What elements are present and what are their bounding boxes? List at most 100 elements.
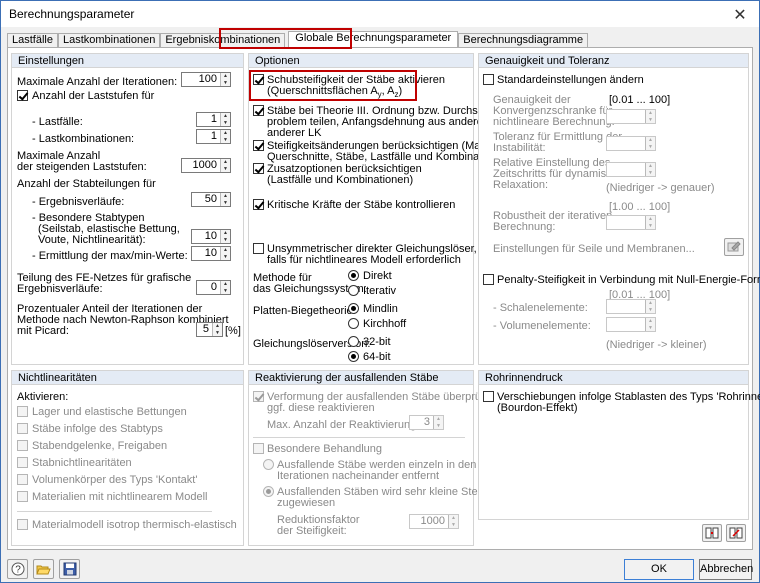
ok-button[interactable]: OK	[624, 559, 694, 580]
schub-checkbox[interactable]	[253, 74, 264, 85]
steigende-stepper[interactable]: 1000 ▲ ▼	[181, 158, 231, 173]
tab-globale-berechnungsparameter[interactable]: Globale Berechnungsparameter	[288, 31, 459, 47]
tab-bar: Lastfälle Lastkombinationen Ergebniskomb…	[7, 31, 589, 47]
verformung-checkbox[interactable]	[253, 391, 264, 402]
standard-checkbox[interactable]	[483, 74, 494, 85]
direkt-radio[interactable]	[348, 270, 359, 281]
rob-stepper[interactable]: ▲ ▼	[606, 215, 656, 230]
arrow-down-icon[interactable]: ▼	[646, 325, 655, 332]
stepper-arrows[interactable]: ▲ ▼	[645, 318, 655, 331]
besondere-stepper[interactable]: 10 ▲ ▼	[191, 229, 231, 244]
tab-berechnungsdiagramme[interactable]: Berechnungsdiagramme	[458, 33, 589, 47]
steigende-label-2: der steigenden Laststufen:	[17, 161, 147, 173]
kritisch-label: Kritische Kräfte der Stäbe kontrollieren	[267, 199, 456, 211]
arrow-down-icon[interactable]: ▼	[646, 144, 655, 151]
arrow-down-icon[interactable]: ▼	[434, 423, 443, 430]
max-reakt-stepper[interactable]: 3 ▲ ▼	[409, 415, 444, 430]
arrow-down-icon[interactable]: ▼	[213, 330, 222, 337]
gelenke-checkbox[interactable]	[17, 440, 28, 451]
arrow-down-icon[interactable]: ▼	[221, 120, 230, 127]
stepper-arrows[interactable]: ▲ ▼	[645, 216, 655, 229]
tol-stepper[interactable]: ▲ ▼	[606, 136, 656, 151]
bit32-radio[interactable]	[348, 336, 359, 347]
stepper-arrows[interactable]: ▲ ▼	[645, 163, 655, 176]
arrow-down-icon[interactable]: ▼	[646, 223, 655, 230]
kirchhoff-radio[interactable]	[348, 318, 359, 329]
cancel-button[interactable]: Abbrechen	[699, 559, 753, 580]
arrow-down-icon[interactable]: ▼	[646, 170, 655, 177]
mindlin-radio[interactable]	[348, 303, 359, 314]
tab-lastkombinationen[interactable]: Lastkombinationen	[57, 33, 161, 47]
stepper-value: 5	[202, 323, 209, 335]
stepper-arrows[interactable]: ▲ ▼	[220, 193, 230, 206]
iterativ-radio[interactable]	[348, 285, 359, 296]
lastfaelle-stepper[interactable]: 1 ▲ ▼	[196, 112, 231, 127]
stepper-arrows[interactable]: ▲ ▼	[220, 281, 230, 294]
arrow-down-icon[interactable]: ▼	[221, 166, 230, 173]
theorie-checkbox[interactable]	[253, 105, 264, 116]
unsym-checkbox[interactable]	[253, 243, 264, 254]
arrow-down-icon[interactable]: ▼	[221, 288, 230, 295]
lager-checkbox[interactable]	[17, 406, 28, 417]
arrow-down-icon[interactable]: ▼	[221, 80, 230, 87]
close-icon[interactable]: ✕	[731, 5, 749, 25]
penalty-checkbox[interactable]	[483, 274, 494, 285]
stepper-arrows[interactable]: ▲ ▼	[220, 230, 230, 243]
klein-radio[interactable]	[263, 486, 274, 497]
arrow-down-icon[interactable]: ▼	[646, 117, 655, 124]
einzeln-radio[interactable]	[263, 459, 274, 470]
arrow-down-icon[interactable]: ▼	[221, 237, 230, 244]
save-button[interactable]	[59, 559, 80, 579]
lastfaelle-label: - Lastfälle:	[32, 116, 83, 128]
ergebnis-stepper[interactable]: 50 ▲ ▼	[191, 192, 231, 207]
stepper-arrows[interactable]: ▲ ▼	[645, 300, 655, 313]
arrow-down-icon[interactable]: ▼	[449, 522, 458, 529]
stabnicht-label: Stabnichtlinearitäten	[32, 457, 132, 469]
material-checkbox[interactable]	[17, 491, 28, 502]
stepper-arrows[interactable]: ▲ ▼	[220, 73, 230, 86]
arrow-down-icon[interactable]: ▼	[221, 254, 230, 261]
kontakt-checkbox[interactable]	[17, 474, 28, 485]
kritisch-checkbox[interactable]	[253, 199, 264, 210]
bit64-radio[interactable]	[348, 351, 359, 362]
besondere-checkbox[interactable]	[253, 443, 264, 454]
arrow-down-icon[interactable]: ▼	[221, 137, 230, 144]
import-defaults-button[interactable]	[702, 524, 722, 542]
stabnicht-checkbox[interactable]	[17, 457, 28, 468]
fe-stepper[interactable]: 0 ▲ ▼	[196, 280, 231, 295]
stepper-arrows[interactable]: ▲ ▼	[645, 110, 655, 123]
stepper-arrows[interactable]: ▲ ▼	[220, 159, 230, 172]
proz-stepper[interactable]: 5 ▲ ▼	[196, 322, 223, 337]
seile-settings-button[interactable]	[724, 238, 744, 256]
laststufen-checkbox[interactable]	[17, 90, 28, 101]
stepper-arrows[interactable]: ▲ ▼	[220, 130, 230, 143]
rohrinnen-checkbox[interactable]	[483, 391, 494, 402]
stepper-arrows[interactable]: ▲ ▼	[220, 113, 230, 126]
stepper-arrows[interactable]: ▲ ▼	[645, 137, 655, 150]
save-defaults-button[interactable]	[726, 524, 746, 542]
isotrop-checkbox[interactable]	[17, 519, 28, 530]
stepper-arrows[interactable]: ▲ ▼	[220, 247, 230, 260]
steif-checkbox[interactable]	[253, 140, 264, 151]
max-iter-stepper[interactable]: 100 ▲ ▼	[181, 72, 231, 87]
stabtyp-checkbox[interactable]	[17, 423, 28, 434]
maxmin-stepper[interactable]: 10 ▲ ▼	[191, 246, 231, 261]
open-button[interactable]	[33, 559, 54, 579]
laststufen-label: Anzahl der Laststufen für	[32, 90, 155, 102]
schalen-stepper[interactable]: ▲ ▼	[606, 299, 656, 314]
dialog-window: Berechnungsparameter ✕ Lastfälle Lastkom…	[0, 0, 760, 583]
lastkomb-stepper[interactable]: 1 ▲ ▼	[196, 129, 231, 144]
rel-stepper[interactable]: ▲ ▼	[606, 162, 656, 177]
konv-stepper[interactable]: ▲ ▼	[606, 109, 656, 124]
arrow-down-icon[interactable]: ▼	[646, 307, 655, 314]
zusatz-checkbox[interactable]	[253, 163, 264, 174]
stepper-arrows[interactable]: ▲ ▼	[433, 416, 443, 429]
red-stepper[interactable]: 1000 ▲ ▼	[409, 514, 459, 529]
arrow-down-icon[interactable]: ▼	[221, 200, 230, 207]
tab-lastfaelle[interactable]: Lastfälle	[7, 33, 58, 47]
stepper-arrows[interactable]: ▲ ▼	[448, 515, 458, 528]
tab-ergebniskombinationen[interactable]: Ergebniskombinationen	[160, 33, 286, 47]
volumen-stepper[interactable]: ▲ ▼	[606, 317, 656, 332]
stepper-arrows[interactable]: ▲ ▼	[212, 323, 222, 336]
help-button[interactable]: ?	[7, 559, 28, 579]
